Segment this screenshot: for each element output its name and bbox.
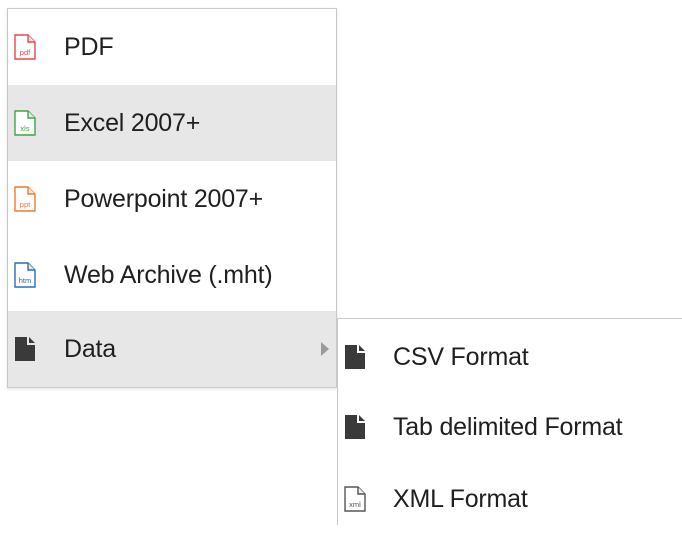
web-archive-file-icon: htm bbox=[14, 262, 36, 288]
menu-item-data-label: Data bbox=[64, 334, 117, 363]
svg-text:xml: xml bbox=[349, 500, 361, 509]
pdf-file-icon: pdf bbox=[14, 34, 36, 60]
csv-file-icon bbox=[345, 345, 365, 369]
menu-item-pdf-label: PDF bbox=[64, 32, 114, 61]
export-menu: pdf PDF xls Excel 2007+ ppt Powerpoint 2… bbox=[7, 8, 337, 388]
menu-item-data[interactable]: Data bbox=[8, 311, 336, 387]
menu-item-excel[interactable]: xls Excel 2007+ bbox=[8, 85, 336, 161]
svg-text:xls: xls bbox=[20, 124, 29, 133]
powerpoint-file-icon: ppt bbox=[14, 186, 36, 212]
submenu-item-csv-label: CSV Format bbox=[393, 342, 529, 371]
excel-file-icon: xls bbox=[14, 110, 36, 136]
data-submenu: CSV Format Tab delimited Format xml XML … bbox=[337, 318, 682, 525]
svg-text:pdf: pdf bbox=[20, 48, 31, 57]
submenu-item-xml-label: XML Format bbox=[393, 484, 528, 513]
menu-item-powerpoint[interactable]: ppt Powerpoint 2007+ bbox=[8, 161, 336, 237]
data-file-icon bbox=[15, 337, 35, 361]
menu-item-pdf[interactable]: pdf PDF bbox=[8, 9, 336, 85]
submenu-arrow-icon bbox=[321, 342, 329, 356]
submenu-item-xml[interactable]: xml XML Format bbox=[338, 461, 682, 537]
svg-text:htm: htm bbox=[19, 276, 32, 285]
tab-delimited-file-icon bbox=[345, 415, 365, 439]
menu-item-powerpoint-label: Powerpoint 2007+ bbox=[64, 184, 264, 213]
submenu-item-tab-delimited-label: Tab delimited Format bbox=[393, 412, 623, 441]
menu-item-excel-label: Excel 2007+ bbox=[64, 108, 201, 137]
menu-item-web-archive[interactable]: htm Web Archive (.mht) bbox=[8, 237, 336, 313]
xml-file-icon: xml bbox=[344, 486, 366, 512]
svg-text:ppt: ppt bbox=[20, 200, 31, 209]
menu-item-web-archive-label: Web Archive (.mht) bbox=[64, 260, 273, 289]
submenu-item-tab-delimited[interactable]: Tab delimited Format bbox=[338, 389, 682, 465]
submenu-item-csv[interactable]: CSV Format bbox=[338, 319, 682, 395]
